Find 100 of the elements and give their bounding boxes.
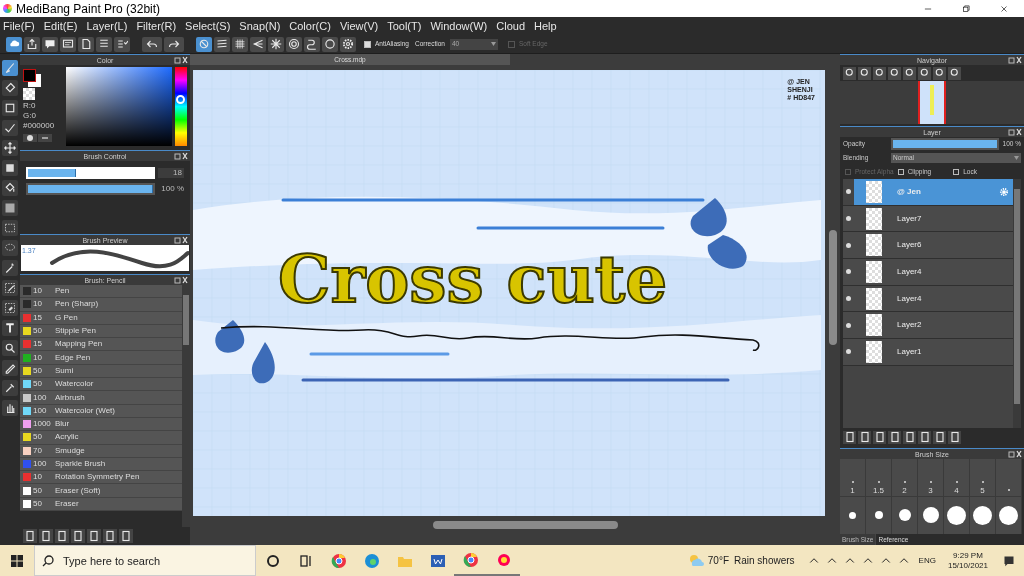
comment-icon[interactable]: [60, 36, 76, 52]
brush-size-preset[interactable]: 5: [970, 459, 996, 497]
square-icon[interactable]: [2, 100, 18, 116]
navigator-thumbnail: [918, 81, 946, 124]
checkbox[interactable]: [364, 40, 371, 48]
brush-size-preset[interactable]: 1.5: [866, 459, 892, 497]
hue-slider[interactable]: [175, 67, 187, 146]
redo-icon[interactable]: [164, 36, 184, 52]
scrollbar-thumb[interactable]: [829, 230, 837, 345]
brush-size-field[interactable]: 18: [158, 168, 184, 178]
palette-icon[interactable]: [23, 134, 37, 142]
menu-item[interactable]: Cloud: [496, 20, 525, 32]
scrollbar-thumb[interactable]: [183, 295, 189, 345]
brush-list-item[interactable]: 15 Mapping Pen: [20, 338, 182, 352]
clock-time[interactable]: 9:29 PM: [953, 550, 983, 561]
radial-lines-icon[interactable]: [268, 36, 284, 52]
brush-size-preset[interactable]: [892, 496, 918, 534]
text-icon[interactable]: [2, 320, 18, 336]
move-icon[interactable]: [2, 140, 18, 156]
menu-item[interactable]: Snap(N): [239, 20, 281, 32]
brush-size-preset[interactable]: 4: [944, 459, 970, 497]
gradient-icon[interactable]: [2, 200, 18, 216]
share-icon[interactable]: [24, 36, 40, 52]
menu-item[interactable]: Window(W): [430, 20, 488, 32]
brush-size-slider[interactable]: [26, 167, 155, 179]
document-icon[interactable]: [78, 36, 94, 52]
transparent-color-swatch[interactable]: [23, 88, 35, 100]
checkmark-icon[interactable]: [2, 120, 18, 136]
search-field[interactable]: Type here to search: [34, 545, 256, 576]
brush-size-preset[interactable]: [840, 496, 866, 534]
brush-size-preset[interactable]: 1: [840, 459, 866, 497]
rectangle-selection-icon[interactable]: [2, 220, 18, 236]
selection-eraser-icon[interactable]: [2, 300, 18, 316]
brush-size-preset[interactable]: [970, 496, 996, 534]
brush-list-item[interactable]: 50 Acrylic: [20, 431, 182, 445]
magic-wand-icon[interactable]: [2, 260, 18, 276]
scrollbar[interactable]: [182, 285, 190, 527]
menu-item[interactable]: Tool(T): [387, 20, 422, 32]
menu-item[interactable]: Layer(L): [86, 20, 128, 32]
panel-controls-icon[interactable]: [1008, 450, 1022, 458]
color-swatch-pair[interactable]: [23, 69, 41, 87]
panel-controls-icon[interactable]: [1008, 128, 1022, 136]
clock-date[interactable]: 15/10/2021: [947, 560, 988, 571]
eyedropper-icon[interactable]: [2, 380, 18, 396]
brush-size-preset[interactable]: [944, 496, 970, 534]
brush-list-item[interactable]: 10 Edge Pen: [20, 351, 182, 365]
concentric-circles-icon[interactable]: [286, 36, 302, 52]
brush-size-preset[interactable]: [866, 496, 892, 534]
brush-list-item[interactable]: 100 Airbrush: [20, 391, 182, 405]
brush-list-item[interactable]: 50 Eraser (Soft): [20, 484, 182, 498]
menu-item[interactable]: Select(S): [185, 20, 231, 32]
menu-item[interactable]: File(F): [3, 20, 35, 32]
checkbox[interactable]: [897, 169, 904, 175]
panel-controls-icon[interactable]: [174, 276, 188, 284]
list-icon[interactable]: [96, 36, 112, 52]
circle-icon[interactable]: [322, 36, 338, 52]
undo-icon[interactable]: [142, 36, 162, 52]
hue-thumb[interactable]: [176, 94, 185, 104]
snap-off-icon[interactable]: [196, 36, 212, 52]
eraser-icon[interactable]: [2, 80, 18, 96]
menu-item[interactable]: Color(C): [289, 20, 331, 32]
brush-size-preset[interactable]: 2: [892, 459, 918, 497]
cloud-icon[interactable]: [6, 36, 22, 52]
brush-list-item[interactable]: 10 Pen (Sharp): [20, 298, 182, 312]
scrollbar-thumb[interactable]: [1014, 189, 1020, 404]
lasso-icon[interactable]: [2, 240, 18, 256]
scrollbar[interactable]: [1013, 179, 1021, 428]
caret-icon: [490, 42, 496, 46]
menu-item[interactable]: View(V): [339, 20, 379, 32]
scrollbar-thumb[interactable]: [433, 521, 618, 529]
checkbox[interactable]: [953, 169, 960, 175]
brush-size-preset[interactable]: [996, 496, 1022, 534]
speech-bubble-icon[interactable]: [42, 36, 58, 52]
brush-size: 50: [33, 486, 43, 495]
panel-controls-icon[interactable]: [1008, 56, 1022, 64]
menu-item[interactable]: Filter(R): [136, 20, 177, 32]
panel-controls-icon[interactable]: [174, 152, 188, 160]
swap-icon[interactable]: [38, 134, 52, 142]
bucket-icon[interactable]: [2, 180, 18, 196]
operation-icon[interactable]: [2, 340, 18, 356]
perspective-icon[interactable]: [250, 36, 266, 52]
brush-list-item[interactable]: 50 Watercolor: [20, 378, 182, 392]
color-picker-square[interactable]: [66, 67, 172, 146]
brush-size-preset[interactable]: 3: [918, 459, 944, 497]
panel-controls-icon[interactable]: [174, 56, 188, 64]
brush-size-preset[interactable]: [918, 496, 944, 534]
grid-icon[interactable]: [232, 36, 248, 52]
settings-icon[interactable]: [340, 36, 356, 52]
menu-item[interactable]: Edit(E): [43, 20, 78, 32]
brush-list-item[interactable]: 10 Rotation Symmetry Pen: [20, 471, 182, 485]
menu-item[interactable]: Help: [534, 20, 557, 32]
filled-square-icon[interactable]: [2, 160, 18, 176]
selection-pen-icon[interactable]: [2, 280, 18, 296]
checklist-icon[interactable]: [114, 36, 130, 52]
language-indicator[interactable]: ENG: [918, 554, 936, 567]
brush-list-item[interactable]: 10 Pen: [20, 285, 182, 299]
curve-icon[interactable]: [304, 36, 320, 52]
parallel-lines-icon[interactable]: [214, 36, 230, 52]
panel-controls-icon[interactable]: [174, 236, 188, 244]
hand-icon[interactable]: [2, 400, 18, 416]
